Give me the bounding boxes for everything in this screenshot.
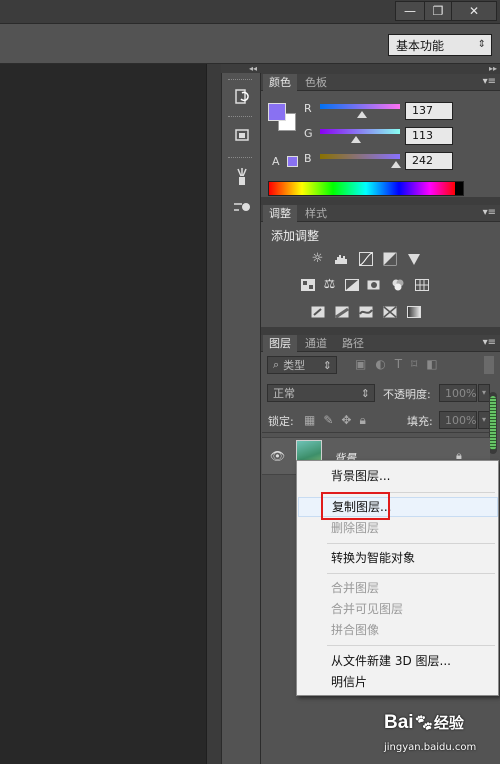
red-value-field[interactable]: 137 [405, 102, 453, 120]
color-panel-tabs: 颜色 色板 ▾≡ [261, 74, 500, 91]
document-canvas[interactable] [0, 64, 206, 764]
green-value-field[interactable]: 113 [405, 127, 453, 145]
baidu-watermark: Bai🐾︎经验 jingyan.baidu.com [384, 712, 500, 764]
menu-item-background-layer[interactable]: 背景图层... [298, 466, 498, 486]
levels-icon[interactable] [333, 251, 350, 266]
annotation-highlight-box [321, 492, 390, 520]
watermark-url: jingyan.baidu.com [384, 742, 477, 753]
channel-mixer-icon[interactable] [389, 277, 406, 292]
red-slider[interactable] [320, 104, 400, 109]
menu-item-flatten-image[interactable]: 拼合图像 [298, 620, 498, 640]
lock-label: 锁定: [268, 415, 294, 428]
menu-item-postcard[interactable]: 明信片 [298, 672, 498, 692]
gradient-map-icon[interactable] [405, 304, 422, 319]
lock-icons[interactable]: ▦✎✥🔒︎ [304, 413, 374, 428]
threshold-icon[interactable] [357, 304, 374, 319]
channel-r-label: R [304, 102, 312, 115]
photo-filter-icon[interactable] [365, 277, 382, 292]
chevron-updown-icon: ⇕ [322, 358, 332, 372]
gamut-swatch[interactable] [287, 156, 298, 167]
selective-color-icon[interactable] [381, 304, 398, 319]
black-white-icon[interactable] [343, 277, 360, 292]
layer-filter-icons[interactable]: ▣◐T⌑◧ [355, 357, 447, 371]
workspace-select[interactable]: 基本功能 ⇕ [388, 34, 492, 56]
blend-mode-label: 正常 [273, 387, 295, 400]
foreground-color-swatch[interactable] [268, 103, 286, 121]
tab-color[interactable]: 颜色 [263, 74, 297, 91]
workspace-label: 基本功能 [396, 38, 445, 53]
minimize-button[interactable]: — [395, 1, 425, 21]
blue-slider-knob[interactable] [391, 161, 401, 168]
posterize-icon[interactable] [333, 304, 350, 319]
channel-b-label: B [304, 152, 312, 165]
layer-filter-select[interactable]: ⌕ 类型 ⇕ [267, 356, 337, 374]
tab-paths[interactable]: 路径 [336, 335, 370, 352]
vibrance-icon[interactable] [405, 251, 422, 266]
brush-presets-icon[interactable] [229, 166, 255, 188]
panel-menu-icon[interactable]: ▾≡ [483, 76, 496, 87]
panels-collapse-strip[interactable]: ▸▸ [261, 64, 500, 74]
blue-slider[interactable] [320, 154, 400, 159]
chevron-updown-icon: ⇕ [477, 39, 486, 50]
dock-grip[interactable] [228, 157, 252, 160]
3d-cube-icon[interactable] [229, 124, 255, 146]
curves-icon[interactable] [357, 251, 374, 266]
blue-value-field[interactable]: 242 [405, 152, 453, 170]
layers-panel-tabs: 图层 通道 路径 ▾≡ [261, 335, 500, 352]
tab-adjustments[interactable]: 调整 [263, 205, 297, 222]
panel-divider [261, 327, 500, 335]
menu-item-new-3d-layer-from-file[interactable]: 从文件新建 3D 图层... [298, 651, 498, 671]
search-icon: ⌕ [273, 358, 280, 371]
exposure-icon[interactable] [381, 251, 398, 266]
layers-scrollbar[interactable] [489, 392, 497, 454]
add-adjustment-heading: 添加调整 [271, 229, 320, 243]
fill-field[interactable]: 100% [439, 411, 477, 429]
tab-channels[interactable]: 通道 [299, 335, 333, 352]
panel-menu-icon[interactable]: ▾≡ [483, 207, 496, 218]
opacity-field[interactable]: 100% [439, 384, 477, 402]
fill-label: 填充: [407, 415, 433, 428]
color-spectrum-bar[interactable] [268, 181, 464, 196]
menu-item-merge-visible[interactable]: 合并可见图层 [298, 599, 498, 619]
canvas-scroll-gutter [206, 64, 221, 764]
brush-tool-icon[interactable] [229, 196, 255, 218]
restore-button[interactable]: ❐ [424, 1, 452, 21]
red-slider-knob[interactable] [357, 111, 367, 118]
menu-item-convert-to-smart-object[interactable]: 转换为智能对象 [298, 548, 498, 568]
adjustments-panel-tabs: 调整 样式 ▾≡ [261, 205, 500, 222]
chevron-updown-icon: ⇕ [360, 386, 370, 400]
tab-swatches[interactable]: 色板 [299, 74, 333, 91]
channel-g-label: G [304, 127, 313, 140]
close-button[interactable]: ✕ [451, 1, 497, 21]
watermark-brand-cn: 经验 [433, 715, 464, 732]
tab-styles[interactable]: 样式 [299, 205, 333, 222]
eye-icon[interactable]: 👁︎ [270, 449, 285, 463]
brightness-icon[interactable]: ☼ [309, 251, 326, 266]
invert-icon[interactable] [309, 304, 326, 319]
divider [262, 432, 490, 433]
dock-grip[interactable] [228, 79, 252, 82]
menu-item-delete-layer[interactable]: 删除图层 [298, 518, 498, 538]
filter-toggle[interactable] [484, 356, 494, 374]
panel-divider [261, 197, 500, 205]
dock-grip[interactable] [228, 116, 252, 119]
green-slider-knob[interactable] [351, 136, 361, 143]
panel-menu-icon[interactable]: ▾≡ [483, 337, 496, 348]
menu-item-merge-layers[interactable]: 合并图层 [298, 578, 498, 598]
blend-mode-select[interactable]: 正常 ⇕ [267, 384, 375, 402]
watermark-brand: Bai [384, 712, 414, 733]
history-icon[interactable] [229, 86, 255, 108]
dock-collapse-strip[interactable]: ◂◂ [221, 64, 261, 73]
gamut-warning-icon[interactable]: A [272, 155, 280, 168]
green-slider[interactable] [320, 129, 400, 134]
layer-filter-label: 类型 [283, 359, 306, 372]
tab-layers[interactable]: 图层 [263, 335, 297, 352]
color-balance-icon[interactable]: ⚖ [321, 277, 338, 292]
hue-saturation-icon[interactable] [299, 277, 316, 292]
paw-icon: 🐾︎ [413, 715, 434, 732]
color-lookup-icon[interactable] [413, 277, 430, 292]
opacity-label: 不透明度: [383, 388, 431, 401]
